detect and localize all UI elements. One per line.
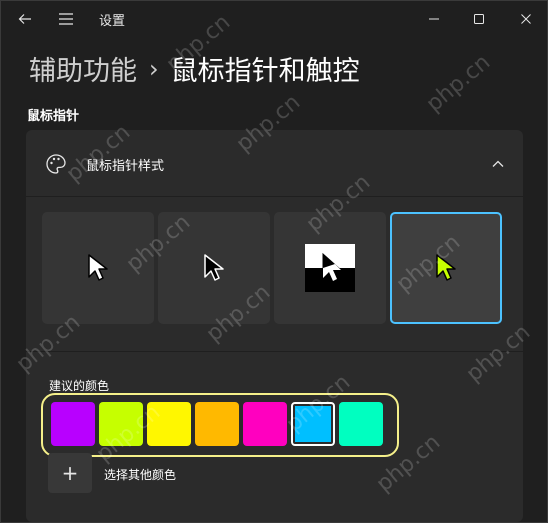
breadcrumb: 辅助功能 › 鼠标指针和触控 <box>29 49 360 88</box>
section-title: 鼠标指针 <box>27 109 80 124</box>
breadcrumb-parent-link[interactable]: 辅助功能 <box>29 49 137 88</box>
inverted-cursor-icon <box>305 244 355 292</box>
maximize-icon <box>474 14 484 24</box>
color-swatch-sky-blue[interactable] <box>291 402 335 446</box>
pointer-style-title: 鼠标指针样式 <box>86 159 165 174</box>
white-cursor-icon <box>88 254 108 281</box>
back-arrow-icon <box>18 14 31 24</box>
color-swatch-pink[interactable] <box>243 402 287 446</box>
suggested-colors-label: 建议的颜色 <box>49 379 110 393</box>
suggested-colors-highlight <box>41 393 399 457</box>
pointer-style-inverted[interactable] <box>274 212 386 324</box>
pointer-style-custom[interactable] <box>390 212 502 324</box>
page-title: 鼠标指针和触控 <box>170 56 360 87</box>
color-swatch-aqua[interactable] <box>339 402 383 446</box>
hamburger-menu-icon <box>59 13 73 25</box>
pointer-style-white[interactable] <box>42 212 154 324</box>
breadcrumb-separator: › <box>149 54 159 83</box>
pick-color-label[interactable]: 选择其他颜色 <box>104 466 176 483</box>
pick-color-button[interactable]: + <box>48 453 92 493</box>
minimize-icon <box>429 18 439 20</box>
color-swatch-lime[interactable] <box>99 402 143 446</box>
close-button[interactable] <box>511 5 541 33</box>
menu-button[interactable] <box>51 5 81 33</box>
pointer-style-card: 鼠标指针样式 建议的颜色 + 选择其他颜色 <box>26 130 523 522</box>
back-button[interactable] <box>11 5 39 33</box>
pointer-style-header[interactable]: 鼠标指针样式 <box>26 130 523 197</box>
color-swatch-purple[interactable] <box>51 402 95 446</box>
settings-window: 设置 辅助功能 › 鼠标指针和触控 鼠标指针 鼠标指针样式 建议的颜色 + 选择… <box>0 0 548 523</box>
suggested-colors <box>51 402 383 446</box>
app-title: 设置 <box>99 14 126 29</box>
watermark: php.cn <box>421 49 496 118</box>
palette-icon <box>46 154 66 174</box>
maximize-button[interactable] <box>464 5 494 33</box>
custom-color-cursor-icon <box>436 254 456 281</box>
pointer-style-black[interactable] <box>158 212 270 324</box>
chevron-up-icon[interactable] <box>488 154 508 174</box>
black-cursor-icon <box>204 254 224 281</box>
close-icon <box>521 14 531 24</box>
pointer-style-options <box>42 212 502 324</box>
minimize-button[interactable] <box>419 5 449 33</box>
color-swatch-gold[interactable] <box>195 402 239 446</box>
color-swatch-yellow[interactable] <box>147 402 191 446</box>
title-bar: 设置 <box>1 1 547 37</box>
divider <box>26 351 523 352</box>
